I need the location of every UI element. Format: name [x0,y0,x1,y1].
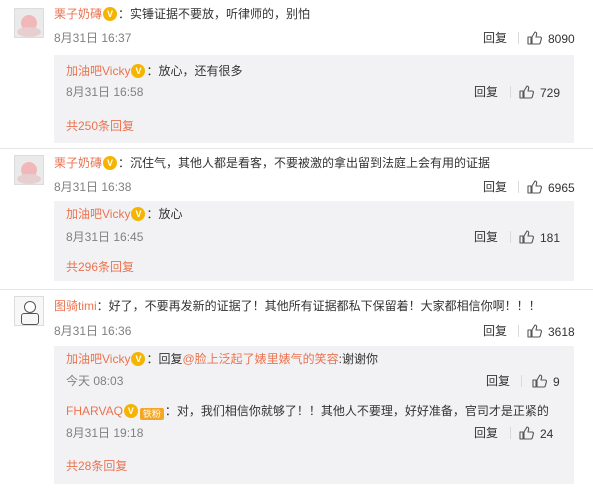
reply-button[interactable]: 回复 [483,30,507,46]
like-button[interactable]: 3618 [526,323,575,340]
subreply-time: 今天 08:03 [66,374,124,388]
vip-badge-icon [103,156,118,170]
divider [518,181,519,193]
divider [518,32,519,44]
thumbs-up-icon [526,179,542,195]
fan-badge: 铁粉 [139,408,164,420]
like-button[interactable]: 729 [518,84,560,101]
comment-text: ：好了，不要再发新的证据了！其他所有证据都私下保留着！大家都相信你啊！！！ [96,299,541,313]
comment-time: 8月31日 16:37 [54,31,132,45]
like-count: 6965 [548,181,575,195]
like-count: 181 [540,231,561,245]
reply-button[interactable]: 回复 [474,229,498,245]
comment-time: 8月31日 16:36 [54,324,132,338]
comment-text: ：沉住气，其他人都是看客，不要被激的拿出留到法庭上会有用的证据 [118,156,491,170]
username-link[interactable]: 栗子奶磚 [54,156,102,170]
reply-button[interactable]: 回复 [474,84,498,100]
subreply-text: ：放心，还有很多 [146,64,243,78]
username-link[interactable]: FHARVAQ [66,404,123,418]
reply-button[interactable]: 回复 [474,425,498,441]
vip-badge-icon [123,404,138,418]
reply-button[interactable]: 回复 [483,323,507,339]
divider [510,86,511,98]
username-link[interactable]: 图骑timi [54,299,97,313]
like-count: 8090 [548,32,575,46]
username-link[interactable]: 加油吧Vicky [66,64,130,78]
thumbs-up-icon [526,323,542,339]
subreply-time: 8月31日 19:18 [66,426,144,440]
subreply-time: 8月31日 16:45 [66,230,144,244]
comment-text-line: 栗子奶磚 ：实锤证据不要放，听律师的，别怕 [54,6,310,22]
like-button[interactable]: 9 [531,373,560,390]
comment-text-line: 栗子奶磚 ：沉住气，其他人都是看客，不要被激的拿出留到法庭上会有用的证据 [54,155,490,171]
like-button[interactable]: 6965 [526,179,575,196]
thumbs-up-icon [518,84,534,100]
like-button[interactable]: 8090 [526,30,575,47]
subreply-box: 加油吧Vicky ：放心，还有很多 8月31日 16:58 回复 729 共250… [54,55,574,143]
subreply-text: ：对，我们相信你就够了！！其他人不要理，好好准备，官司才是正紧的 [164,404,549,418]
like-count: 24 [540,427,554,441]
username-link[interactable]: 栗子奶磚 [54,7,102,21]
reply-button[interactable]: 回复 [483,179,507,195]
vip-badge-icon [131,207,146,221]
subreply-text: ：回复 [146,352,183,366]
vip-badge-icon [131,64,146,78]
mention-link[interactable]: @脸上泛起了婊里婊气的笑容 [182,352,338,366]
like-count: 729 [540,86,561,100]
comment-item: 栗子奶磚 ：沉住气，其他人都是看客，不要被激的拿出留到法庭上会有用的证据 8月31… [0,149,593,290]
subreply-text-line: 加油吧Vicky ：回复@脸上泛起了婊里婊气的笑容:谢谢你 [66,351,378,367]
avatar[interactable] [14,296,44,326]
username-link[interactable]: 加油吧Vicky [66,207,130,221]
divider [518,325,519,337]
divider [521,375,522,387]
subreply-text-line: 加油吧Vicky ：放心 [66,206,182,222]
subreply-text-line: 加油吧Vicky ：放心，还有很多 [66,63,242,79]
vip-badge-icon [103,7,118,21]
more-replies-link[interactable]: 共250条回复 [66,118,134,134]
divider [510,427,511,439]
vip-badge-icon [131,352,146,366]
like-count: 3618 [548,325,575,339]
subreply-text: :谢谢你 [338,352,379,366]
subreply-text: ：放心 [146,207,183,221]
subreply-text-line: FHARVAQ 铁粉：对，我们相信你就够了！！其他人不要理，好好准备，官司才是正紧… [66,403,549,420]
subreply-box: 加油吧Vicky ：回复@脸上泛起了婊里婊气的笑容:谢谢你 今天 08:03 回复… [54,346,574,484]
reply-button[interactable]: 回复 [486,373,510,389]
more-replies-link[interactable]: 共296条回复 [66,259,134,275]
thumbs-up-icon [531,373,547,389]
avatar[interactable] [14,155,44,185]
like-count: 9 [553,375,560,389]
more-replies-link[interactable]: 共28条回复 [66,458,127,474]
thumbs-up-icon [526,30,542,46]
username-link[interactable]: 加油吧Vicky [66,352,130,366]
thumbs-up-icon [518,425,534,441]
comment-item: 栗子奶磚 ：实锤证据不要放，听律师的，别怕 8月31日 16:37 回复 8090… [0,0,593,149]
comment-text: ：实锤证据不要放，听律师的，别怕 [118,7,311,21]
comment-text-line: 图骑timi：好了，不要再发新的证据了！其他所有证据都私下保留着！大家都相信你啊… [54,298,541,314]
thumbs-up-icon [518,229,534,245]
subreply-box: 加油吧Vicky ：放心 8月31日 16:45 回复 181 共296条回复 [54,201,574,281]
like-button[interactable]: 24 [518,425,553,442]
comment-item: 图骑timi：好了，不要再发新的证据了！其他所有证据都私下保留着！大家都相信你啊… [0,290,593,495]
comment-time: 8月31日 16:38 [54,180,132,194]
subreply-time: 8月31日 16:58 [66,85,144,99]
divider [510,231,511,243]
like-button[interactable]: 181 [518,229,560,246]
avatar[interactable] [14,8,44,38]
